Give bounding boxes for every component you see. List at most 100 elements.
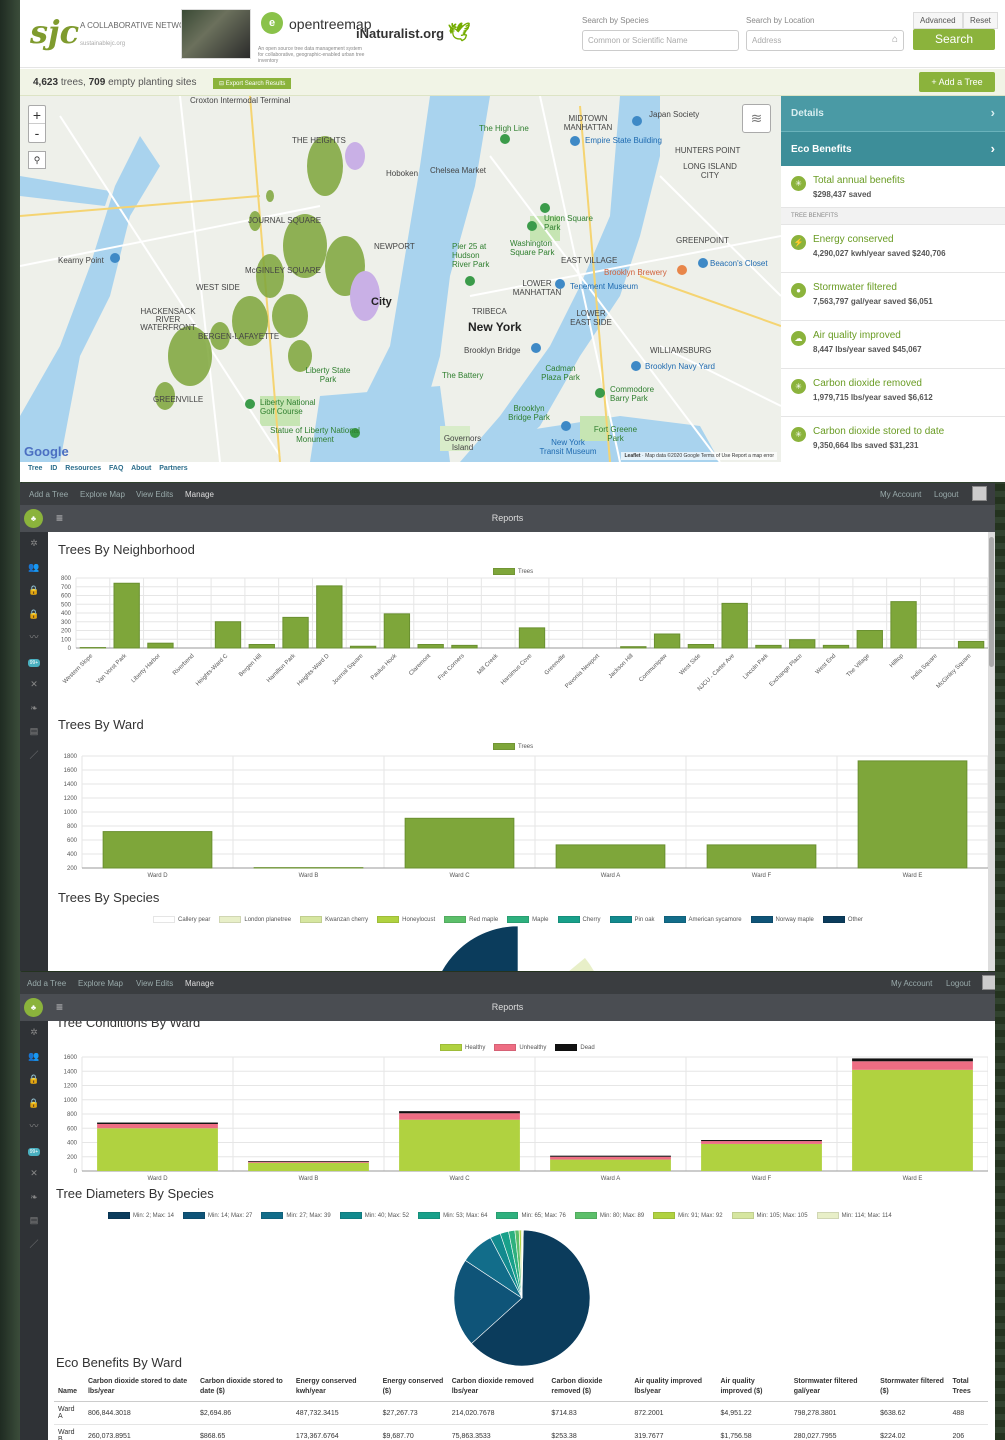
add-tree-button[interactable]: + Add a Tree — [919, 72, 995, 92]
column-header[interactable]: Stormwater filtered gal/year — [789, 1377, 877, 1402]
legend-item[interactable]: Min: 40; Max: 52 — [339, 1212, 409, 1219]
chart-line-icon[interactable]: 〰 — [20, 1115, 48, 1139]
legend-item[interactable]: London planetree — [219, 916, 291, 923]
lock-icon[interactable]: 🔒 — [20, 579, 48, 603]
bar[interactable] — [282, 616, 309, 649]
bar[interactable] — [755, 644, 782, 649]
legend-item[interactable]: Kwanzan cherry — [300, 916, 368, 923]
bar-unhealthy[interactable] — [852, 1061, 973, 1070]
bar[interactable] — [404, 817, 515, 869]
bar[interactable] — [721, 602, 748, 649]
bar-unhealthy[interactable] — [550, 1156, 671, 1160]
avatar[interactable] — [972, 486, 987, 501]
inaturalist-logo[interactable]: iNaturalist.org 🕊 — [356, 22, 471, 43]
legend-item[interactable]: Pin oak — [609, 916, 655, 923]
my-account-link[interactable]: My Account — [891, 979, 932, 988]
column-header[interactable]: Total Trees — [948, 1377, 988, 1402]
bar-healthy[interactable] — [550, 1159, 671, 1171]
bar-dead[interactable] — [701, 1140, 822, 1142]
legend-item[interactable]: Min: 65; Max: 76 — [496, 1212, 566, 1219]
bar[interactable] — [518, 627, 546, 649]
lock-icon[interactable]: 🔒 — [20, 603, 48, 627]
locate-me-icon[interactable]: ⚲ — [28, 151, 46, 169]
footer-links[interactable]: Tree ID Resources FAQ About Partners — [28, 465, 188, 472]
bar[interactable] — [620, 646, 647, 649]
nav-view-edits[interactable]: View Edits — [136, 979, 173, 988]
pie-slice[interactable] — [431, 926, 519, 971]
bar[interactable] — [102, 831, 213, 869]
archive-icon[interactable]: ▤ — [20, 1209, 48, 1233]
column-header[interactable]: Air quality improved lbs/year — [630, 1377, 717, 1402]
bar[interactable] — [555, 844, 666, 869]
nav-explore-map[interactable]: Explore Map — [78, 979, 123, 988]
legend-item[interactable]: Min: 14; Max: 27 — [183, 1212, 252, 1219]
bar-unhealthy[interactable] — [701, 1141, 822, 1144]
hamburger-menu-icon[interactable]: ≡ — [56, 505, 63, 532]
pie-slice[interactable] — [517, 926, 586, 971]
layers-icon[interactable]: ≋ — [742, 104, 771, 133]
legend-item[interactable]: Red maple — [444, 916, 498, 923]
bar[interactable] — [822, 644, 850, 649]
tree-logo-icon[interactable]: ♣ — [24, 509, 43, 528]
bar-dead[interactable] — [97, 1122, 218, 1124]
bar[interactable] — [653, 633, 681, 649]
bar-healthy[interactable] — [852, 1069, 973, 1171]
avatar[interactable] — [982, 975, 995, 990]
sjc-logo[interactable]: sjc — [30, 8, 79, 56]
legend-item[interactable]: Callery pear — [153, 916, 210, 923]
details-tab[interactable]: Details › — [781, 96, 1005, 131]
geolocate-icon[interactable]: ⌂ — [892, 34, 898, 45]
nav-explore-map[interactable]: Explore Map — [80, 490, 125, 499]
location-search-input[interactable]: Address ⌂ — [746, 30, 904, 51]
logout-link[interactable]: Logout — [934, 490, 958, 499]
bar-unhealthy[interactable] — [248, 1161, 369, 1163]
bar[interactable] — [451, 644, 478, 649]
leaf-icon[interactable]: ❧ — [20, 1186, 48, 1210]
bar[interactable] — [113, 582, 140, 649]
bar-dead[interactable] — [550, 1155, 671, 1157]
legend-item[interactable]: Min: 114; Max: 114 — [816, 1212, 892, 1219]
legend-item[interactable]: Min: 53; Max: 64 — [418, 1212, 487, 1219]
bar-healthy[interactable] — [701, 1143, 822, 1171]
attribution-text[interactable]: Map data ©2020 Google Terms of Use Repor… — [645, 453, 774, 459]
column-header[interactable]: Energy conserved ($) — [378, 1377, 448, 1402]
legend-item[interactable]: Honeylocust — [377, 916, 435, 923]
legend-item[interactable]: Min: 80; Max: 89 — [574, 1212, 644, 1219]
bar-healthy[interactable] — [97, 1128, 218, 1171]
leaf-icon[interactable]: ❧ — [20, 697, 48, 721]
scrollbar-thumb[interactable] — [989, 537, 994, 667]
advanced-button[interactable]: Advanced — [913, 12, 963, 29]
scrollbar[interactable] — [988, 532, 995, 971]
bar[interactable] — [687, 644, 715, 649]
legend-item[interactable]: Norway maple — [750, 916, 814, 923]
pencil-icon[interactable]: ／ — [20, 744, 48, 768]
legend-item[interactable]: Min: 27; Max: 39 — [261, 1212, 331, 1219]
tree-logo-icon[interactable]: ♣ — [24, 998, 43, 1017]
chart-line-icon[interactable]: 〰 — [20, 626, 48, 650]
leaflet-link[interactable]: Leaflet — [624, 453, 640, 459]
bar[interactable] — [957, 640, 985, 649]
gear-icon[interactable]: ✲ — [20, 1021, 48, 1045]
bar[interactable] — [214, 621, 242, 649]
nav-view-edits[interactable]: View Edits — [136, 490, 173, 499]
bar[interactable] — [706, 844, 817, 869]
bar[interactable] — [147, 642, 174, 649]
bar-healthy[interactable] — [248, 1162, 369, 1171]
bar[interactable] — [349, 645, 377, 649]
bar[interactable] — [789, 639, 816, 649]
column-header[interactable]: Name — [54, 1377, 84, 1402]
archive-icon[interactable]: ▤ — [20, 720, 48, 744]
bar[interactable] — [890, 601, 917, 649]
bar[interactable] — [417, 644, 444, 649]
tools-icon[interactable]: ✕ — [20, 673, 48, 697]
eco-benefits-tab[interactable]: Eco Benefits › — [781, 131, 1005, 166]
bar-dead[interactable] — [852, 1058, 973, 1062]
nav-add-tree[interactable]: Add a Tree — [29, 490, 68, 499]
reset-button[interactable]: Reset — [963, 12, 998, 29]
column-header[interactable]: Carbon dioxide stored to date ($) — [195, 1377, 292, 1402]
my-account-link[interactable]: My Account — [880, 490, 921, 499]
export-search-results-button[interactable]: ⊟ Export Search Results — [213, 78, 292, 89]
users-icon[interactable]: 👥 — [20, 1045, 48, 1069]
bar-healthy[interactable] — [399, 1119, 520, 1171]
legend-item[interactable]: Maple — [507, 916, 549, 923]
